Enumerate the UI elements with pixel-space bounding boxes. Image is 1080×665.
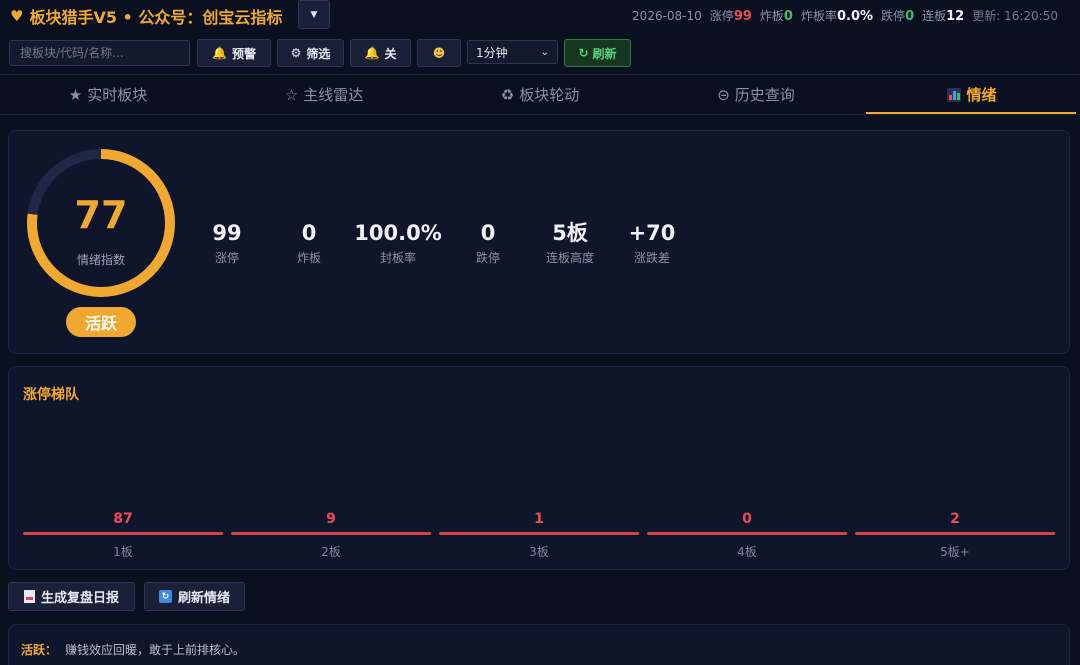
kpi-board-height: 5板 连板高度 [545, 221, 594, 265]
tab-history-query[interactable]: ⊝ 历史查询 [648, 75, 864, 114]
refresh-icon: ↻ [578, 46, 589, 60]
caret-down-icon: ▼ [310, 9, 318, 20]
gear-icon: ⚙ [290, 46, 302, 60]
ladder-rung: 1 3板 [439, 511, 639, 560]
kpi-limit-up: 99 涨停 [212, 221, 242, 265]
tab-sentiment[interactable]: 情绪 [864, 75, 1080, 114]
ladder-rung: 0 4板 [647, 511, 847, 560]
refresh-sentiment-button[interactable]: ↻ 刷新情绪 [144, 582, 245, 611]
app-title-text: 板块猎手V5 • 公众号：创宝云指标 [29, 8, 283, 27]
sentiment-panel: 77 情绪指数 活跃 99 涨停 0 炸板 100.0% 封板率 0 跌停 5板… [8, 130, 1070, 354]
bar-chart-icon [947, 87, 962, 102]
kpi-advance-decline: +70 涨跌差 [628, 221, 676, 265]
alert-button[interactable]: 🔔 预警 [197, 39, 271, 67]
tab-sector-rotation[interactable]: ♻ 板块轮动 [432, 75, 648, 114]
sentiment-index-label: 情绪指数 [76, 253, 125, 267]
stat-broken-rate: 炸板率0.0% [800, 9, 874, 24]
emoji-button[interactable]: ☻ [417, 39, 461, 67]
filter-button[interactable]: ⚙ 筛选 [277, 39, 344, 67]
tab-realtime-sectors[interactable]: ★ 实时板块 [0, 75, 216, 114]
sync-icon: ↻ [158, 590, 172, 603]
heart-icon: ♥ [10, 7, 24, 25]
title-dropdown-button[interactable]: ▼ [298, 0, 330, 29]
market-date: 2026-08-10 [632, 9, 702, 23]
history-icon: ⊝ [717, 85, 730, 104]
sentiment-index-value: 77 [74, 193, 128, 237]
ladder-rung: 87 1板 [23, 511, 223, 560]
rung-bar [23, 532, 223, 535]
rung-bar [855, 532, 1055, 535]
chevron-down-icon: ⌄ [540, 46, 549, 58]
app-header: ♥ 板块猎手V5 • 公众号：创宝云指标 ▼ 2026-08-10 涨停99 炸… [0, 0, 1080, 32]
bell-icon: 🔔 [212, 46, 227, 60]
smiley-icon: ☻ [432, 46, 446, 60]
sentiment-comment: 活跃： 赚钱效应回暖，敢于上前排核心。 [21, 643, 246, 657]
stat-limit-up: 涨停99 [709, 9, 752, 24]
interval-select[interactable]: 1分钟 ⌄ [467, 40, 558, 64]
refresh-button[interactable]: ↻ 刷新 [564, 39, 631, 67]
sentiment-status-badge: 活跃 [66, 307, 136, 337]
rung-bar [231, 532, 431, 535]
stat-consecutive: 连板12 [922, 9, 965, 24]
bell-icon: 🔔 [364, 46, 380, 60]
generate-report-button[interactable]: 生成复盘日报 [8, 582, 135, 611]
kpi-seal-rate: 100.0% 封板率 [354, 221, 442, 265]
alert-off-button[interactable]: 🔔 关 [350, 39, 411, 67]
ladder-title: 涨停梯队 [23, 387, 79, 403]
star-icon: ★ [68, 85, 83, 104]
sentiment-gauge: 77 情绪指数 [25, 147, 177, 299]
kpi-limit-down: 0 跌停 [475, 221, 500, 265]
update-time: 更新: 16:20:50 [972, 9, 1058, 23]
toolbar: 🔔 预警 ⚙ 筛选 🔔 关 ☻ 1分钟 ⌄ ↻ 刷新 [0, 38, 1080, 68]
star-outline-icon: ☆ [284, 85, 299, 104]
ladder-rung: 2 5板+ [855, 511, 1055, 560]
search-input[interactable] [9, 40, 190, 66]
rung-bar [647, 532, 847, 535]
kpi-broken-board: 0 炸板 [296, 221, 321, 265]
limit-up-ladder-panel: 涨停梯队 87 1板 9 2板 1 3板 0 4板 2 5板+ [8, 366, 1070, 570]
recycle-icon: ♻ [500, 85, 515, 104]
rung-bar [439, 532, 639, 535]
ladder-rung: 9 2板 [231, 511, 431, 560]
document-icon [23, 590, 35, 603]
app-title: ♥ 板块猎手V5 • 公众号：创宝云指标 [10, 4, 282, 28]
sentiment-comment-panel: 活跃： 赚钱效应回暖，敢于上前排核心。 [8, 624, 1070, 665]
tab-mainline-radar[interactable]: ☆ 主线雷达 [216, 75, 432, 114]
stat-limit-down: 跌停0 [881, 9, 915, 24]
stat-broken-board: 炸板0 [759, 9, 793, 24]
market-stats-bar: 2026-08-10 涨停99 炸板0 炸板率0.0% 跌停0 连板12 更新:… [632, 7, 1058, 24]
main-tabs: ★ 实时板块 ☆ 主线雷达 ♻ 板块轮动 ⊝ 历史查询 情绪 [0, 74, 1080, 115]
